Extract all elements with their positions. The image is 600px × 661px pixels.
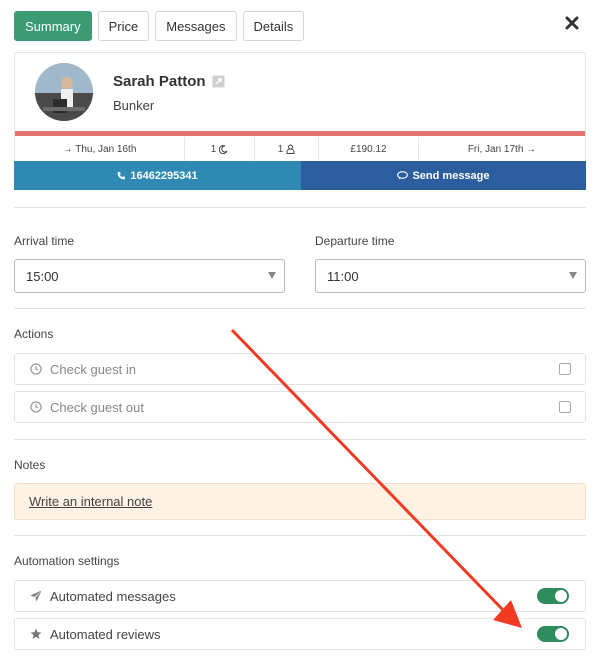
chevron-down-icon <box>268 272 276 279</box>
automated-reviews-row: Automated reviews <box>14 618 586 650</box>
phone-number: 16462295341 <box>130 169 198 182</box>
guest-card: Sarah Patton Bunker → Thu, Jan 16th 1 1 … <box>14 52 586 190</box>
check-out-label: Check guest out <box>50 399 144 415</box>
tab-details[interactable]: Details <box>242 11 305 41</box>
tab-messages[interactable]: Messages <box>155 11 237 41</box>
tab-bar: Summary Price Messages Details <box>14 11 305 41</box>
avatar <box>35 63 93 121</box>
chat-icon <box>397 171 409 180</box>
actions-heading: Actions <box>14 327 54 341</box>
guest-name: Sarah Patton <box>113 73 206 90</box>
departure-time-select[interactable]: 11:00 <box>315 259 586 293</box>
tab-price[interactable]: Price <box>97 11 150 41</box>
automation-heading: Automation settings <box>14 554 120 568</box>
tab-summary[interactable]: Summary <box>14 11 92 41</box>
paper-plane-icon <box>30 590 42 602</box>
departure-time-value: 11:00 <box>327 268 359 284</box>
arrival-time-label: Arrival time <box>14 234 75 248</box>
close-icon[interactable] <box>565 16 579 30</box>
check-in-row[interactable]: Check guest in <box>14 353 586 385</box>
send-message-label: Send message <box>412 169 490 182</box>
send-message-button[interactable]: Send message <box>301 161 586 190</box>
star-icon <box>30 628 42 639</box>
automated-reviews-toggle[interactable] <box>537 626 569 642</box>
chevron-down-icon <box>569 272 577 279</box>
room-name: Bunker <box>113 98 155 113</box>
nights-value: 1 <box>210 143 217 155</box>
guest-count: 1 <box>255 137 319 161</box>
automated-reviews-label: Automated reviews <box>50 626 161 642</box>
check-out-row[interactable]: Check guest out <box>14 391 586 423</box>
stay-summary: → Thu, Jan 16th 1 1 £190.12 Fri, Jan 17t… <box>15 137 585 161</box>
guests-value: 1 <box>277 143 284 155</box>
person-icon <box>286 144 295 154</box>
nights-count: 1 <box>185 137 255 161</box>
arrival-time-select[interactable]: 15:00 <box>14 259 285 293</box>
clock-icon <box>30 401 42 413</box>
arrival-date: → Thu, Jan 16th <box>15 137 185 161</box>
phone-icon <box>117 172 126 180</box>
external-link-icon[interactable] <box>212 75 225 88</box>
write-note-link[interactable]: Write an internal note <box>29 494 152 509</box>
status-bar <box>15 131 585 136</box>
automated-messages-row: Automated messages <box>14 580 586 612</box>
internal-note-box: Write an internal note <box>14 483 586 520</box>
arrival-time-value: 15:00 <box>26 268 59 284</box>
divider <box>14 439 586 440</box>
departure-time-label: Departure time <box>315 234 395 248</box>
automated-messages-label: Automated messages <box>50 588 176 604</box>
clock-icon <box>30 363 42 375</box>
automated-messages-toggle[interactable] <box>537 588 569 604</box>
departure-date: Fri, Jan 17th → <box>467 143 537 155</box>
notes-heading: Notes <box>14 458 46 472</box>
call-button[interactable]: 16462295341 <box>14 161 301 190</box>
divider <box>14 535 586 536</box>
moon-icon <box>219 144 228 154</box>
check-in-label: Check guest in <box>50 361 136 377</box>
total-price: £190.12 <box>319 137 419 161</box>
divider <box>14 207 586 208</box>
check-out-checkbox[interactable] <box>559 401 571 413</box>
check-in-checkbox[interactable] <box>559 363 571 375</box>
divider <box>14 308 586 309</box>
